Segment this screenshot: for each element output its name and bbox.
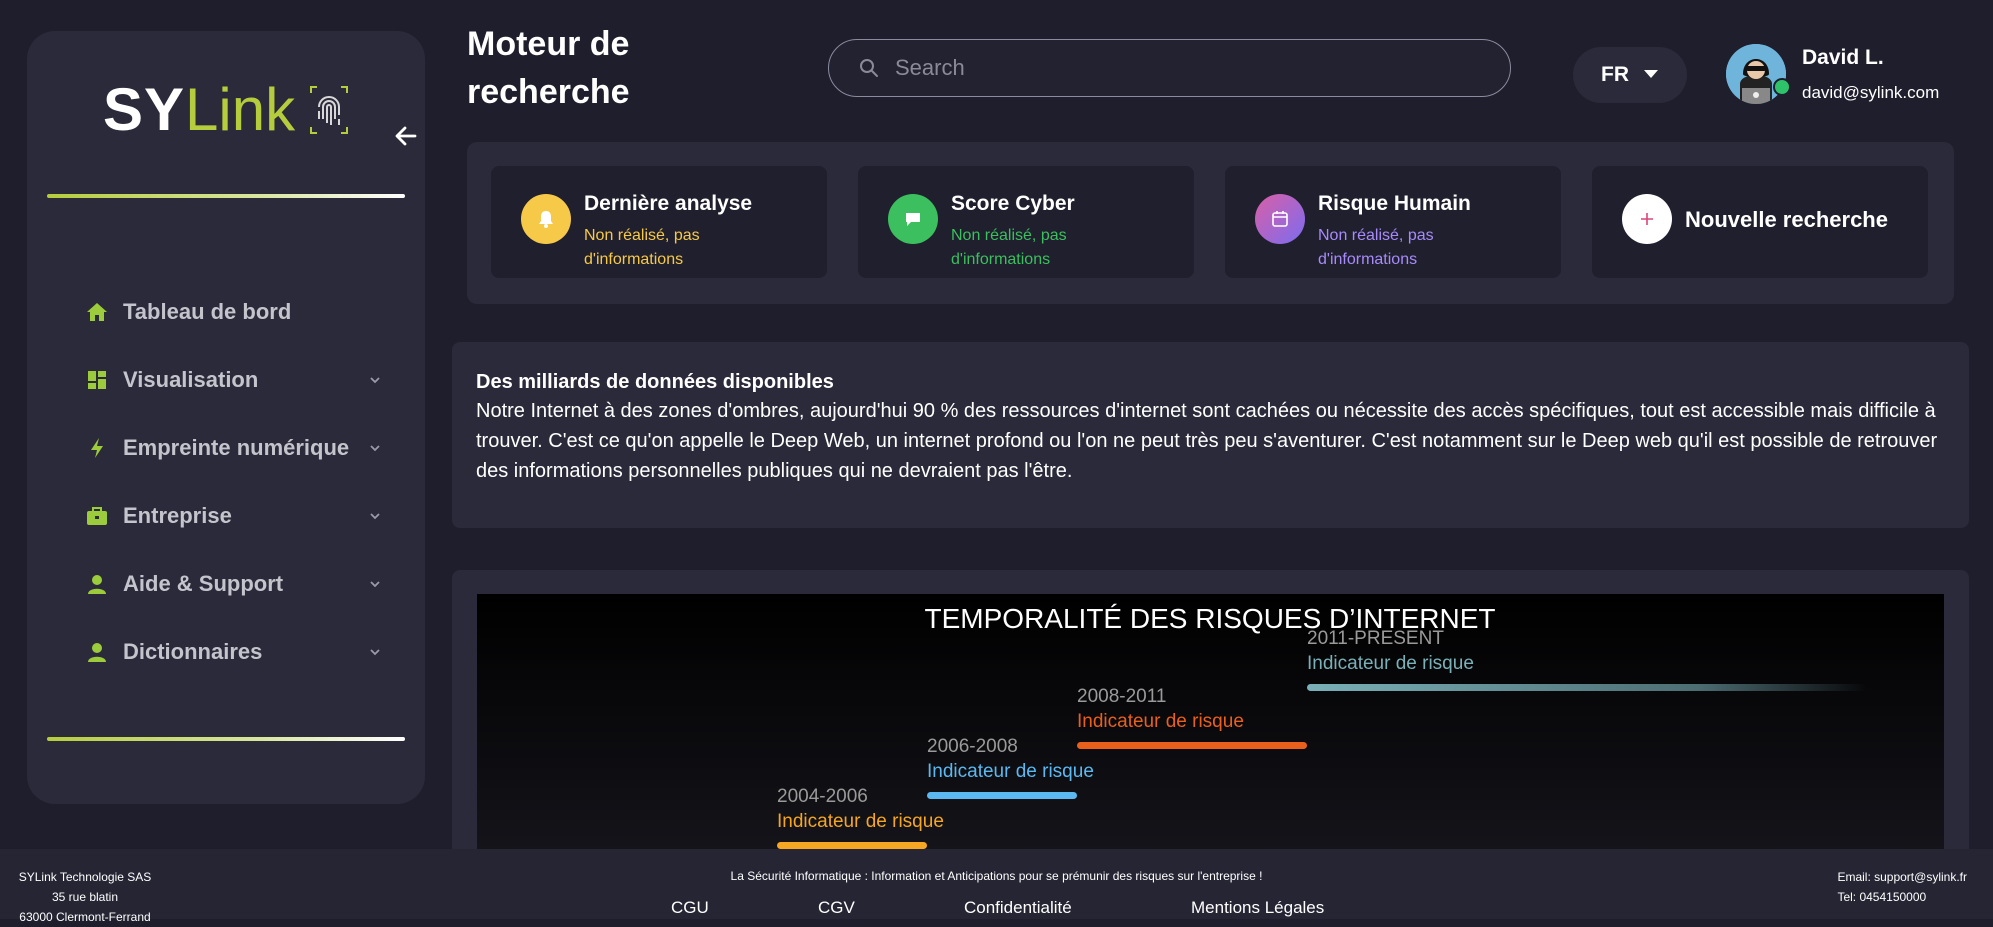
sidebar-item-label: Entreprise (123, 503, 232, 528)
footer-link-cgu[interactable]: CGU (671, 898, 709, 918)
sidebar: SY Link Tableau de bord Visualisation Em… (27, 31, 425, 804)
dashboard-grid-icon (85, 368, 109, 392)
timeline-bar (1077, 742, 1307, 749)
timeline-risk-label: Indicateur de risque (1307, 653, 1474, 674)
new-search-button[interactable]: Nouvelle recherche (1685, 207, 1888, 233)
timeline-bar (927, 792, 1077, 799)
plus-icon[interactable] (1622, 194, 1672, 244)
stats-panel: Dernière analyse Non réalisé, pas d'info… (467, 142, 1954, 304)
sidebar-item-label: Tableau de bord (123, 299, 292, 324)
footer: SYLink Technologie SAS 35 rue blatin 630… (0, 849, 1993, 924)
footer-link-confidentialite[interactable]: Confidentialité (964, 898, 1072, 918)
timeline-period-label: 2011-PRESENT (1307, 628, 1444, 649)
footer-link-cgv[interactable]: CGV (818, 898, 855, 918)
logo-text-link: Link (185, 76, 296, 143)
info-title: Des milliards de données disponibles (476, 371, 834, 393)
timeline-risk-label: Indicateur de risque (927, 761, 1094, 782)
sidebar-item-dictionnaires[interactable]: Dictionnaires (85, 618, 395, 686)
chevron-down-icon[interactable] (367, 644, 383, 660)
timeline-svg: TEMPORALITÉ DES RISQUES D’INTERNET2004-2… (777, 603, 1867, 849)
sidebar-nav: Tableau de bord Visualisation Empreinte … (85, 278, 395, 686)
sidebar-item-label: Aide & Support (123, 571, 284, 596)
stat-title: Score Cyber (951, 192, 1075, 215)
sidebar-item-label: Dictionnaires (123, 639, 263, 664)
page-title: Moteur de recherche (467, 25, 630, 111)
timeline-period-label: 2004-2006 (777, 786, 868, 807)
online-status-indicator (1773, 78, 1791, 96)
sidebar-item-label: Empreinte numérique (123, 435, 350, 460)
footer-address-line1: 35 rue blatin (51, 890, 119, 904)
chevron-down-icon[interactable] (367, 576, 383, 592)
stat-card-score-cyber[interactable]: Score Cyber Non réalisé, pas d'informati… (858, 166, 1194, 278)
sidebar-item-tableau-de-bord[interactable]: Tableau de bord (85, 278, 395, 346)
stat-card-derniere-analyse[interactable]: Dernière analyse Non réalisé, pas d'info… (491, 166, 827, 278)
chart-panel: TEMPORALITÉ DES RISQUES D’INTERNET 2004-2… (452, 570, 1969, 870)
new-search-card[interactable]: Nouvelle recherche (1592, 166, 1928, 278)
language-code: FR (1601, 63, 1629, 86)
timeline-bar (1307, 684, 1867, 691)
footer-link-mentions-legales[interactable]: Mentions Légales (1191, 898, 1324, 918)
timeline-risk-label: Indicateur de risque (1077, 711, 1244, 732)
search-icon (859, 58, 879, 78)
bell-icon (521, 194, 571, 244)
logo-text-sy: SY (103, 76, 186, 143)
chevron-down-icon[interactable] (367, 508, 383, 524)
fingerprint-icon (309, 85, 349, 135)
user-email: david@sylink.com (1802, 83, 1940, 102)
stat-title: Risque Humain (1318, 192, 1471, 215)
stat-card-risque-humain[interactable]: Risque Humain Non réalisé, pas d'informa… (1225, 166, 1561, 278)
stat-title: Dernière analyse (584, 192, 753, 215)
footer-address-line2: 63000 Clermont-Ferrand (19, 910, 151, 924)
info-panel: Des milliards de données disponibles Not… (452, 342, 1969, 528)
sidebar-item-empreinte-numerique[interactable]: Empreinte numérique (85, 414, 395, 482)
footer-contact: Email: support@sylink.fr Tel: 0454150000 (1837, 867, 1967, 907)
footer-email: Email: support@sylink.fr (1837, 870, 1967, 884)
footer-phone: Tel: 0454150000 (1837, 890, 1927, 904)
sidebar-item-visualisation[interactable]: Visualisation (85, 346, 395, 414)
stat-subtitle: Non réalisé, pas d'informations (1318, 227, 1434, 268)
sidebar-item-aide-support[interactable]: Aide & Support (85, 550, 395, 618)
user-name: David L. (1802, 46, 1884, 69)
caret-down-icon (1643, 66, 1659, 84)
collapse-sidebar-arrow-icon[interactable] (395, 123, 417, 153)
sidebar-item-label: Visualisation (123, 367, 259, 392)
sidebar-divider-bottom (47, 737, 405, 741)
search-bar[interactable] (828, 39, 1511, 97)
timeline-risk-label: Indicateur de risque (777, 811, 944, 832)
info-text: Notre Internet à des zones d'ombres, auj… (476, 400, 1938, 482)
language-selector[interactable]: FR (1573, 47, 1687, 103)
timeline-period-label: 2006-2008 (927, 736, 1018, 757)
chevron-down-icon[interactable] (367, 372, 383, 388)
user-icon (85, 640, 109, 664)
user-icon (85, 572, 109, 596)
timeline-period-label: 2008-2011 (1077, 686, 1166, 707)
search-input[interactable] (893, 54, 1510, 82)
chat-icon (888, 194, 938, 244)
home-icon (85, 300, 109, 324)
sidebar-divider-top (47, 194, 405, 198)
sylink-logo[interactable]: SY Link (103, 75, 349, 145)
timeline-bar (777, 842, 927, 849)
risk-timeline-chart: TEMPORALITÉ DES RISQUES D’INTERNET 2004-2… (477, 594, 1944, 854)
sidebar-item-entreprise[interactable]: Entreprise (85, 482, 395, 550)
stat-subtitle: Non réalisé, pas d'informations (584, 227, 700, 268)
briefcase-icon (85, 504, 109, 528)
stat-subtitle: Non réalisé, pas d'informations (951, 227, 1067, 268)
footer-tagline: La Sécurité Informatique : Information e… (730, 869, 1263, 883)
calendar-icon (1255, 194, 1305, 244)
lightning-icon (85, 436, 109, 460)
chevron-down-icon[interactable] (367, 440, 383, 456)
